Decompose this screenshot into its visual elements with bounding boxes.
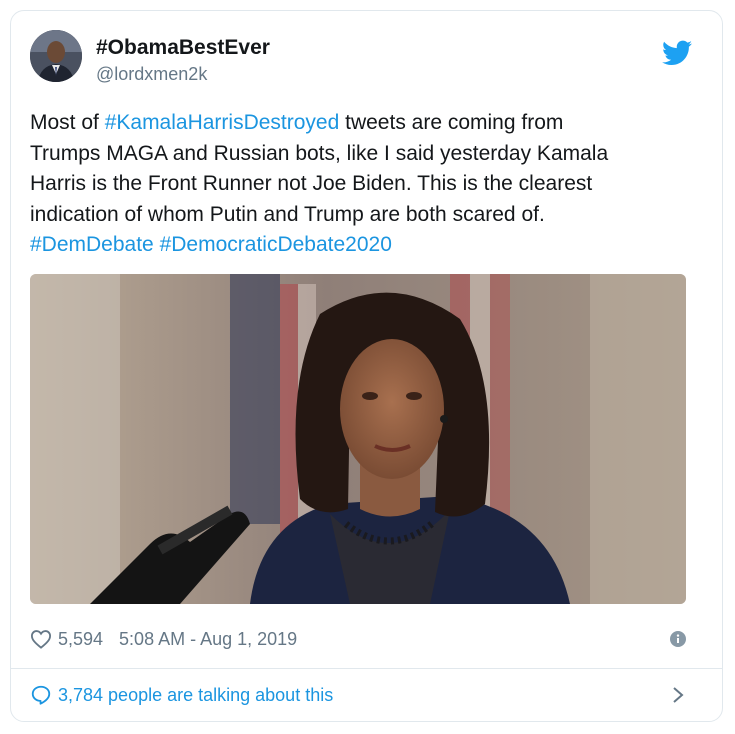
divider [11,668,722,669]
avatar-photo [30,30,82,82]
heart-icon[interactable] [30,629,52,649]
info-icon[interactable] [670,631,686,647]
tweet-text-segment: Trumps MAGA and Russian bots, like I sai… [30,141,609,165]
tweet-text: Most of #KamalaHarrisDestroyed tweets ar… [30,108,690,261]
user-handle[interactable]: @lordxmen2k [96,64,207,85]
chevron-right-icon[interactable] [672,686,684,704]
display-name[interactable]: #ObamaBestEver [96,36,270,60]
like-count[interactable]: 5,594 [58,629,103,650]
tweet-photo[interactable] [30,274,686,604]
tweet-text-segment: Most of [30,111,105,134]
tweet-text-line: Harris is the Front Runner not Joe Biden… [30,169,690,200]
tweet-text-line: Trumps MAGA and Russian bots, like I sai… [30,139,690,170]
hashtag-link[interactable]: #KamalaHarrisDestroyed [105,111,340,134]
avatar[interactable] [30,30,82,82]
tweet-text-segment: Harris is the Front Runner not Joe Biden… [30,172,593,195]
hashtag-link[interactable]: #DemocraticDebate2020 [160,233,392,256]
tweet-text-line: indication of whom Putin and Trump are b… [30,200,690,231]
tweet-text-line: #DemDebate #DemocraticDebate2020 [30,230,690,261]
hashtag-link[interactable]: #DemDebate [30,233,154,256]
conversation-link[interactable]: 3,784 people are talking about this [30,680,333,710]
speech-bubble-icon [31,685,51,705]
tweet-text-segment: tweets are coming from [339,111,564,134]
tweet-text-segment: indication of whom Putin and Trump are b… [30,202,545,226]
conversation-text[interactable]: 3,784 people are talking about this [58,685,333,706]
tweet-timestamp[interactable]: 5:08 AM - Aug 1, 2019 [119,629,297,650]
tweet-text-line: Most of #KamalaHarrisDestroyed tweets ar… [30,108,690,139]
twitter-bird-icon[interactable] [662,40,692,66]
tweet-photo-image [30,274,686,604]
tweet-meta: 5,594 5:08 AM - Aug 1, 2019 [30,624,297,654]
